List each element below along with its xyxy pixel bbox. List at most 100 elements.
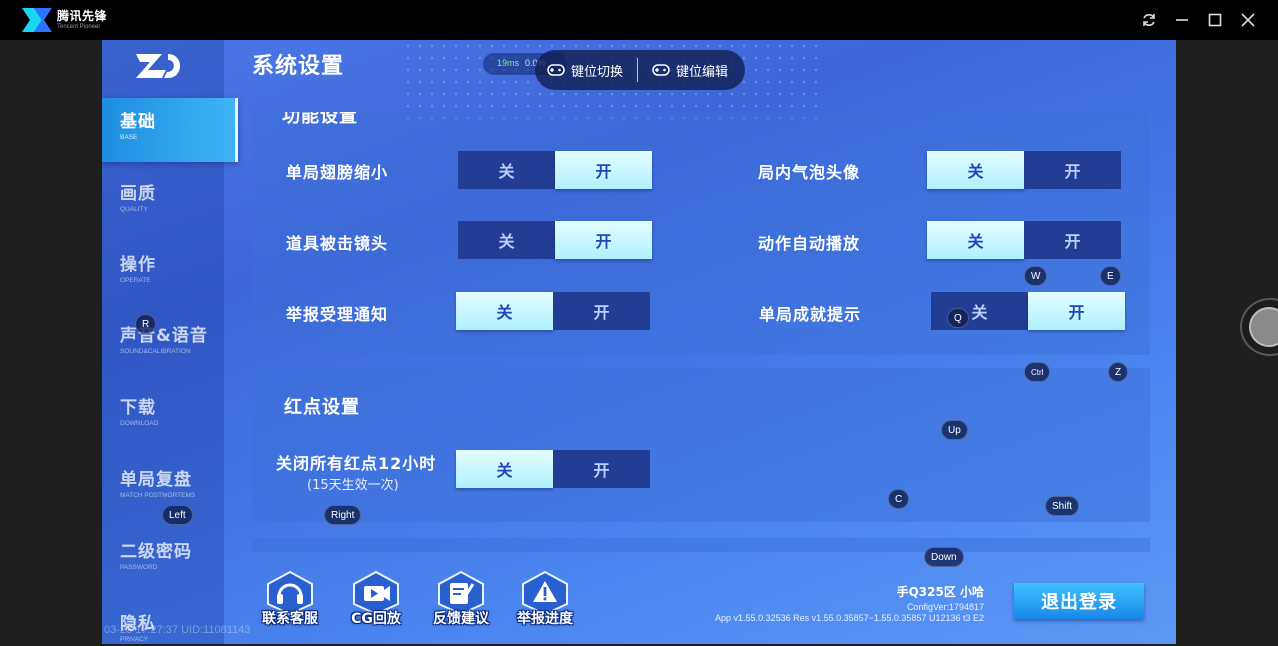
toggle-on-option[interactable]: 开	[553, 450, 650, 488]
contact-service-button[interactable]: 联系客服	[250, 570, 330, 632]
toggle-off-option[interactable]: 关	[927, 151, 1024, 189]
sidebar-item-label: 画质	[120, 184, 156, 204]
toggle-on-option[interactable]: 开	[1024, 151, 1121, 189]
ping-latency: 19ms	[497, 58, 520, 68]
uid-watermark: 03-23 17:27:37 UID:11081143	[104, 624, 251, 636]
sidebar-item-base[interactable]: 基础 BASE	[102, 98, 238, 162]
close-icon[interactable]	[1238, 10, 1258, 30]
sidebar-item-sublabel: OPERATE	[120, 277, 151, 284]
brand-subtitle: Tencent Pioneer	[57, 24, 101, 30]
keytag-z[interactable]: Z	[1108, 362, 1129, 382]
emulator-window: 腾讯先锋 Tencent Pioneer 基础 BASE 画质 QUALITY …	[0, 0, 1278, 646]
setting-label-hit-camera: 道具被击镜头	[286, 234, 389, 253]
keybar-divider	[637, 58, 639, 82]
keymap-toolbar: 键位切换 键位编辑	[535, 50, 745, 90]
toggle-off-option[interactable]: 关	[458, 221, 555, 259]
setting-label-auto-action: 动作自动播放	[758, 234, 861, 253]
refresh-icon[interactable]	[1139, 10, 1159, 30]
report-progress-button[interactable]: 举报进度	[505, 570, 585, 632]
setting-label-report-notify: 举报受理通知	[286, 305, 389, 324]
next-settings-panel	[252, 538, 1150, 552]
emulator-logo-icon	[20, 6, 54, 34]
function-settings-title: 功能设置	[282, 106, 358, 127]
setting-label-bubble-avatar: 局内气泡头像	[758, 163, 861, 182]
feedback-button[interactable]: 反馈建议	[421, 570, 501, 632]
keytag-q[interactable]: Q	[947, 308, 969, 328]
setting-label-wing-shrink: 单局翅膀缩小	[286, 163, 389, 182]
keytag-down[interactable]: Down	[924, 547, 964, 567]
sidebar-item-label: 下载	[120, 398, 156, 418]
minimize-icon[interactable]	[1172, 10, 1192, 30]
sidebar-item-download[interactable]: 下载 DOWNLOAD	[102, 384, 238, 448]
keytag-up[interactable]: Up	[941, 420, 968, 440]
contact-service-label: 联系客服	[262, 611, 318, 627]
keytag-ctrl[interactable]: Ctrl	[1024, 362, 1051, 382]
settings-sidebar: 基础 BASE 画质 QUALITY 操作 OPERATE 声音&语音 SOUN…	[102, 40, 238, 644]
game-logo-icon	[132, 50, 184, 82]
page-title: 系统设置	[252, 54, 345, 79]
cg-replay-button[interactable]: CG回放	[336, 570, 416, 632]
game-viewport: 基础 BASE 画质 QUALITY 操作 OPERATE 声音&语音 SOUN…	[102, 40, 1176, 644]
keytag-e[interactable]: E	[1100, 266, 1121, 286]
keymap-switch-button[interactable]: 键位切换	[547, 50, 623, 90]
sidebar-item-sublabel: QUALITY	[120, 206, 148, 213]
sidebar-item-label: 单局复盘	[120, 470, 192, 490]
toggle-report-notify: 关 开	[456, 292, 650, 330]
sidebar-item-sublabel: PASSWORD	[120, 564, 158, 571]
sidebar-item-password[interactable]: 二级密码 PASSWORD	[102, 528, 238, 592]
toggle-on-option[interactable]: 开	[1028, 292, 1125, 330]
emulator-brand: 腾讯先锋 Tencent Pioneer	[20, 6, 107, 34]
floating-assist-icon	[1249, 307, 1278, 347]
sidebar-item-sound[interactable]: 声音&语音 SOUND&CALIBRATION	[102, 312, 238, 376]
account-info: 手Q325区 小哈 ConfigVer:1794817 App v1.55.0.…	[715, 583, 984, 623]
setting-label-close-reddots: 关闭所有红点12小时	[276, 454, 437, 473]
keymap-edit-button[interactable]: 键位编辑	[652, 50, 728, 90]
sidebar-item-sublabel: SOUND&CALIBRATION	[120, 348, 191, 355]
toggle-close-reddots: 关 开	[456, 450, 650, 488]
maximize-icon[interactable]	[1205, 10, 1225, 30]
sidebar-item-label: 基础	[120, 112, 156, 132]
feedback-label: 反馈建议	[433, 611, 489, 627]
keytag-w[interactable]: W	[1024, 266, 1048, 286]
setting-label-achievement-tip: 单局成就提示	[759, 305, 862, 324]
keytag-r[interactable]: R	[135, 314, 157, 334]
reddot-settings-title: 红点设置	[284, 397, 360, 418]
toggle-on-option[interactable]: 开	[555, 221, 652, 259]
reddot-settings-panel	[252, 368, 1150, 522]
toggle-off-option[interactable]: 关	[458, 151, 555, 189]
sidebar-item-privacy[interactable]: 隐私 PRIVACY	[102, 600, 238, 644]
keytag-right[interactable]: Right	[324, 505, 362, 525]
sidebar-item-label: 操作	[120, 255, 156, 275]
sidebar-item-quality[interactable]: 画质 QUALITY	[102, 170, 238, 234]
toggle-on-option[interactable]: 开	[1024, 221, 1121, 259]
keytag-c[interactable]: C	[888, 489, 910, 509]
sidebar-item-sublabel: BASE	[120, 134, 138, 141]
sidebar-item-sublabel: DOWNLOAD	[120, 420, 159, 427]
keytag-shift[interactable]: Shift	[1045, 496, 1080, 516]
toggle-off-option[interactable]: 关	[456, 292, 553, 330]
keymap-switch-label: 键位切换	[571, 64, 624, 80]
toggle-off-option[interactable]: 关	[931, 292, 1028, 330]
emulator-titlebar: 腾讯先锋 Tencent Pioneer	[0, 0, 1278, 40]
sidebar-item-sublabel: MATCH POSTMORTEMS	[120, 492, 196, 499]
config-version: ConfigVer:1794817	[906, 602, 984, 612]
app-version: App v1.55.0.32536 Res v1.55.0.35857−1.55…	[715, 613, 984, 623]
gamepad-switch-icon	[547, 64, 565, 76]
toggle-on-option[interactable]: 开	[553, 292, 650, 330]
toggle-on-option[interactable]: 开	[555, 151, 652, 189]
toggle-off-option[interactable]: 关	[927, 221, 1024, 259]
setting-sublabel-close-reddots: (15天生效一次)	[307, 478, 399, 493]
toggle-bubble-avatar: 关 开	[927, 151, 1121, 189]
toggle-hit-camera: 关 开	[458, 221, 652, 259]
sidebar-item-label: 二级密码	[120, 542, 192, 562]
sidebar-item-operate[interactable]: 操作 OPERATE	[102, 241, 238, 305]
keytag-left[interactable]: Left	[162, 505, 193, 525]
floating-assist-button[interactable]	[1240, 298, 1278, 356]
report-progress-label: 举报进度	[517, 611, 573, 627]
gamepad-icon	[652, 64, 670, 76]
keymap-edit-label: 键位编辑	[676, 64, 729, 80]
account-name: 手Q325区 小哈	[896, 585, 984, 599]
brand-name: 腾讯先锋	[57, 9, 108, 23]
logout-button[interactable]: 退出登录	[1014, 583, 1144, 619]
toggle-off-option[interactable]: 关	[456, 450, 553, 488]
